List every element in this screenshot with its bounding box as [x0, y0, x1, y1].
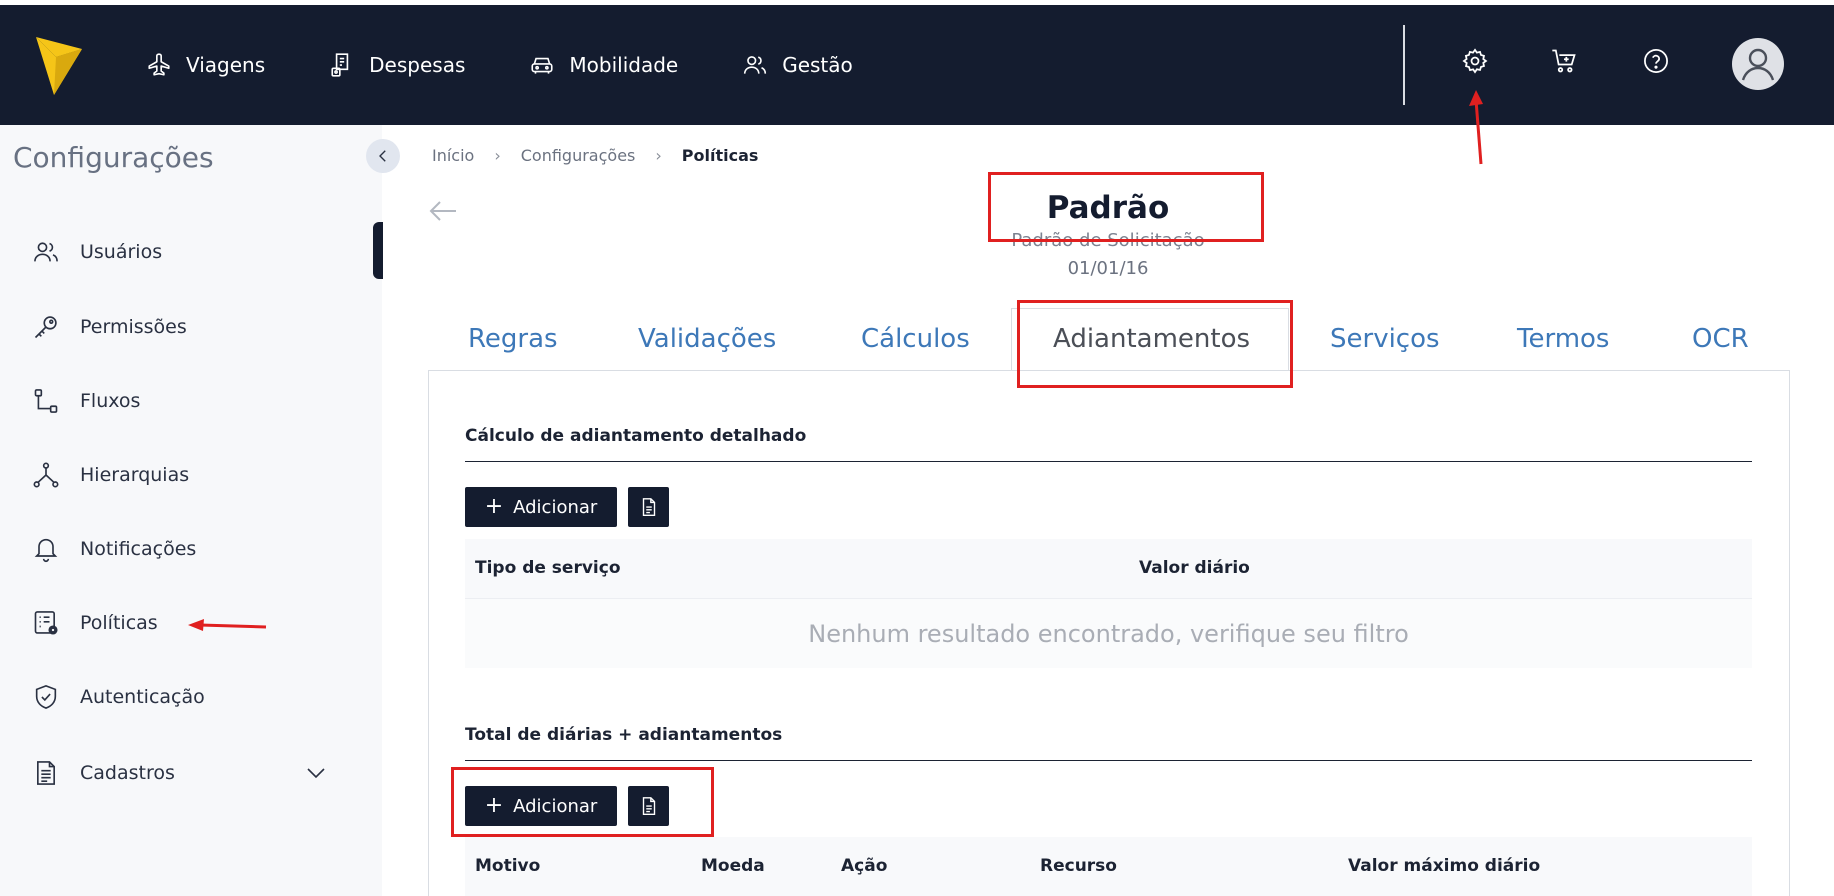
annotation-box-add — [451, 767, 714, 837]
bell-icon — [34, 538, 58, 563]
tab-regras[interactable]: Regras — [468, 324, 558, 354]
section-divider — [465, 461, 1752, 462]
breadcrumb-item-configuracoes[interactable]: Configurações — [521, 146, 636, 165]
annotation-box-title — [988, 172, 1264, 242]
settings-button[interactable] — [1459, 45, 1491, 77]
document-icon — [37, 761, 55, 785]
annotation-arrow-left-icon — [188, 619, 267, 631]
sidebar-item-notificacoes[interactable]: Notificações — [32, 535, 196, 563]
sidebar-item-politicas[interactable]: Políticas — [32, 609, 158, 637]
sidebar-item-label: Notificações — [80, 538, 197, 560]
sidebar: Configurações Usuários Permissões Fluxos… — [0, 125, 382, 896]
receipt-icon — [331, 53, 349, 77]
users-icon — [34, 242, 58, 262]
nav-item-label: Mobilidade — [569, 53, 679, 77]
sidebar-item-cadastros[interactable]: Cadastros — [32, 759, 175, 787]
cart-plus-icon — [1552, 49, 1576, 73]
sidebar-item-label: Fluxos — [80, 390, 141, 412]
sidebar-item-label: Autenticação — [80, 686, 205, 708]
nav-item-viagens[interactable]: Viagens — [146, 52, 265, 78]
section-divider — [465, 760, 1752, 761]
policy-date: 01/01/16 — [1067, 258, 1149, 279]
tab-servicos[interactable]: Serviços — [1330, 324, 1440, 354]
chevron-right-icon: › — [655, 146, 662, 165]
column-header[interactable]: Valor diário — [1139, 558, 1250, 578]
annotation-arrow-up-icon — [1469, 90, 1483, 165]
gear-icon — [1462, 48, 1488, 74]
sidebar-item-label: Hierarquias — [80, 464, 190, 486]
nav-item-label: Gestão — [782, 53, 853, 77]
sidebar-item-hierarquias[interactable]: Hierarquias — [32, 461, 189, 489]
sidebar-active-marker — [373, 222, 383, 279]
logo-icon[interactable] — [36, 37, 82, 95]
user-avatar-icon — [1741, 48, 1775, 81]
sidebar-item-label: Políticas — [80, 612, 158, 634]
sidebar-item-label: Usuários — [80, 241, 163, 263]
sidebar-collapse-button[interactable] — [366, 139, 400, 173]
sidebar-title: Configurações — [13, 141, 214, 174]
shield-check-icon — [35, 685, 57, 709]
nav-item-gestao[interactable]: Gestão — [742, 52, 853, 78]
table-header-daily-total: Motivo Moeda Ação Recurso Valor máximo d… — [465, 837, 1752, 896]
column-header[interactable]: Ação — [841, 856, 887, 876]
top-bar-background: Viagens Despesas Mobilidade Gestão — [0, 5, 1834, 125]
car-icon — [531, 57, 553, 74]
export-advance-calc-button[interactable] — [628, 487, 669, 527]
sidebar-item-fluxos[interactable]: Fluxos — [32, 387, 140, 415]
help-button[interactable] — [1640, 45, 1672, 77]
empty-results-message: Nenhum resultado encontrado, verifique s… — [465, 598, 1752, 668]
chevron-right-icon: › — [494, 146, 501, 165]
sidebar-item-usuarios[interactable]: Usuários — [32, 238, 162, 266]
breadcrumb-item-politicas: Políticas — [681, 146, 759, 165]
top-bar-divider — [1403, 25, 1405, 105]
chevron-down-icon[interactable] — [304, 761, 328, 785]
column-header[interactable]: Moeda — [701, 856, 765, 876]
policy-icon — [34, 611, 58, 635]
airplane-icon — [148, 53, 170, 76]
sidebar-item-label: Permissões — [80, 316, 187, 338]
user-avatar[interactable] — [1732, 38, 1784, 90]
table-header-advance-calc: Tipo de serviço Valor diário — [465, 539, 1752, 598]
sidebar-item-label: Cadastros — [80, 762, 175, 784]
main-nav: Viagens Despesas Mobilidade Gestão — [146, 5, 917, 125]
nav-item-label: Despesas — [369, 53, 466, 77]
tab-termos[interactable]: Termos — [1517, 324, 1609, 354]
add-button-label: Adicionar — [513, 496, 598, 518]
section-title-daily-total: Total de diárias + adiantamentos — [465, 725, 783, 745]
document-icon — [642, 498, 655, 516]
plus-icon: + — [484, 494, 504, 519]
annotation-box-tab — [1017, 300, 1293, 388]
column-header[interactable]: Recurso — [1040, 856, 1117, 876]
column-header[interactable]: Motivo — [475, 856, 540, 876]
nav-item-despesas[interactable]: Despesas — [329, 52, 465, 78]
key-icon — [34, 316, 57, 339]
section-title-advance-calc: Cálculo de adiantamento detalhado — [465, 426, 807, 446]
column-header[interactable]: Tipo de serviço — [475, 558, 621, 578]
tab-calculos[interactable]: Cálculos — [861, 324, 970, 354]
hierarchy-icon — [33, 462, 59, 488]
breadcrumb-item-inicio[interactable]: Início — [432, 146, 474, 165]
nav-item-mobilidade[interactable]: Mobilidade — [529, 52, 678, 78]
tab-ocr[interactable]: OCR — [1692, 324, 1749, 354]
cart-button[interactable] — [1548, 45, 1580, 77]
top-bar: Viagens Despesas Mobilidade Gestão — [0, 0, 1834, 125]
help-icon — [1644, 49, 1668, 73]
nav-item-label: Viagens — [186, 53, 266, 77]
flow-icon — [34, 389, 58, 413]
breadcrumb: Início › Configurações › Políticas — [432, 146, 758, 165]
add-advance-calc-button[interactable]: + Adicionar — [465, 487, 617, 527]
tab-validacoes[interactable]: Validações — [638, 324, 776, 354]
sidebar-item-permissoes[interactable]: Permissões — [32, 313, 187, 341]
sidebar-item-autenticacao[interactable]: Autenticação — [32, 683, 205, 711]
column-header[interactable]: Valor máximo diário — [1348, 856, 1540, 876]
back-arrow-icon[interactable] — [428, 198, 458, 224]
users-icon — [744, 56, 767, 74]
chevron-left-icon — [379, 150, 386, 162]
